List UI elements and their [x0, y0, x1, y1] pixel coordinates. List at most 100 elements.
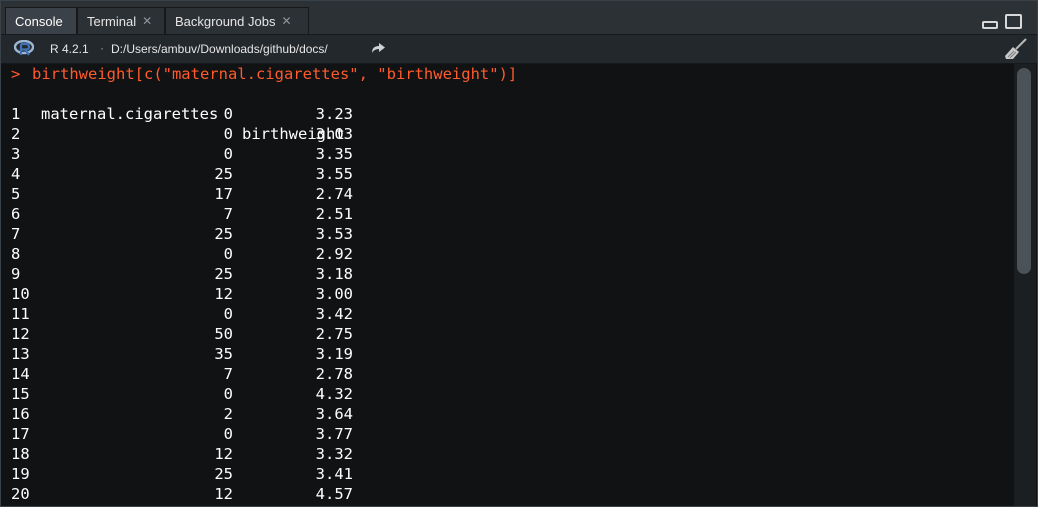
- table-row: 14 7 2.78: [1, 364, 1013, 384]
- cell-maternal-cigarettes: 25: [214, 225, 233, 243]
- row-number: 3: [11, 145, 21, 163]
- cell-birthweight: 2.78: [315, 365, 353, 383]
- cell-birthweight: 4.57: [315, 485, 353, 503]
- cell-birthweight: 3.03: [315, 125, 353, 143]
- cell-maternal-cigarettes: 25: [214, 165, 233, 183]
- row-number: 11: [11, 305, 30, 323]
- cell-maternal-cigarettes: 0: [223, 105, 233, 123]
- row-number: 20: [11, 485, 30, 503]
- row-number: 10: [11, 285, 30, 303]
- pane-tab-bar: Console Terminal ✕ Background Jobs ✕: [1, 1, 1037, 35]
- cell-maternal-cigarettes: 7: [223, 205, 233, 223]
- table-row: 7 25 3.53: [1, 224, 1013, 244]
- console-pane: Console Terminal ✕ Background Jobs ✕ R 4…: [0, 0, 1038, 507]
- table-rows: 1 0 3.23 2 0 3.03 3 0 3.35 4 25 3.55 5 17 2.74 6 7 2.51 7 2…: [1, 104, 1013, 504]
- table-row: 3 0 3.35: [1, 144, 1013, 164]
- cell-birthweight: 3.18: [315, 265, 353, 283]
- table-row: 1 0 3.23: [1, 104, 1013, 124]
- maximize-icon[interactable]: [1005, 14, 1022, 29]
- table-header: maternal.cigarettes birthweight: [1, 84, 1013, 143]
- working-directory-path: D:/Users/ambuv/Downloads/github/docs/: [111, 42, 328, 56]
- console-prompt: >: [11, 65, 21, 83]
- table-row: 15 0 4.32: [1, 384, 1013, 404]
- row-number: 8: [11, 245, 21, 263]
- tab-background-jobs-label: Background Jobs: [175, 13, 276, 29]
- cell-birthweight: 3.35: [315, 145, 353, 163]
- cell-birthweight: 3.41: [315, 465, 353, 483]
- tab-terminal[interactable]: Terminal ✕: [77, 7, 165, 34]
- cell-maternal-cigarettes: 25: [214, 265, 233, 283]
- cell-maternal-cigarettes: 12: [214, 445, 233, 463]
- cell-birthweight: 3.55: [315, 165, 353, 183]
- tab-terminal-label: Terminal: [87, 13, 137, 29]
- row-number: 4: [11, 165, 21, 183]
- table-row: 17 0 3.77: [1, 424, 1013, 444]
- cell-maternal-cigarettes: 7: [223, 365, 233, 383]
- table-row: 4 25 3.55: [1, 164, 1013, 184]
- r-logo-icon: [14, 40, 34, 56]
- console-toolbar: R 4.2.1 · D:/Users/ambuv/Downloads/githu…: [1, 35, 1037, 64]
- row-number: 15: [11, 385, 30, 403]
- cell-birthweight: 3.00: [315, 285, 353, 303]
- cell-birthweight: 3.77: [315, 425, 353, 443]
- row-number: 2: [11, 125, 21, 143]
- cell-birthweight: 3.32: [315, 445, 353, 463]
- row-number: 16: [11, 405, 30, 423]
- command-text: birthweight[c("maternal.cigarettes", "bi…: [32, 65, 518, 83]
- row-number: 18: [11, 445, 30, 463]
- row-number: 12: [11, 325, 30, 343]
- close-icon[interactable]: ✕: [142, 14, 152, 28]
- cell-birthweight: 3.42: [315, 305, 353, 323]
- console-output[interactable]: > birthweight[c("maternal.cigarettes", "…: [1, 64, 1013, 506]
- row-number: 7: [11, 225, 21, 243]
- tab-console-label: Console: [15, 13, 63, 29]
- cell-maternal-cigarettes: 0: [223, 385, 233, 403]
- cell-birthweight: 2.75: [315, 325, 353, 343]
- close-icon[interactable]: ✕: [281, 14, 291, 28]
- row-number: 14: [11, 365, 30, 383]
- row-number: 9: [11, 265, 21, 283]
- cell-maternal-cigarettes: 0: [223, 425, 233, 443]
- cell-maternal-cigarettes: 0: [223, 305, 233, 323]
- r-version-label: R 4.2.1: [50, 42, 89, 56]
- row-number: 6: [11, 205, 21, 223]
- table-row: 8 0 2.92: [1, 244, 1013, 264]
- cell-maternal-cigarettes: 2: [223, 405, 233, 423]
- cell-maternal-cigarettes: 12: [214, 485, 233, 503]
- table-row: 10 12 3.00: [1, 284, 1013, 304]
- minimize-icon[interactable]: [982, 21, 998, 29]
- cell-birthweight: 3.19: [315, 345, 353, 363]
- cell-maternal-cigarettes: 25: [214, 465, 233, 483]
- table-row: 20 12 4.57: [1, 484, 1013, 504]
- table-row: 11 0 3.42: [1, 304, 1013, 324]
- table-row: 6 7 2.51: [1, 204, 1013, 224]
- cell-maternal-cigarettes: 35: [214, 345, 233, 363]
- row-number: 5: [11, 185, 21, 203]
- cell-maternal-cigarettes: 0: [223, 145, 233, 163]
- row-number: 19: [11, 465, 30, 483]
- tab-console[interactable]: Console: [5, 7, 77, 34]
- table-row: 16 2 3.64: [1, 404, 1013, 424]
- clear-console-broom-icon[interactable]: [1004, 38, 1028, 60]
- tab-background-jobs[interactable]: Background Jobs ✕: [165, 7, 309, 34]
- cell-maternal-cigarettes: 17: [214, 185, 233, 203]
- toolbar-separator: ·: [100, 41, 104, 55]
- table-row: 9 25 3.18: [1, 264, 1013, 284]
- table-row: 13 35 3.19: [1, 344, 1013, 364]
- cell-birthweight: 4.32: [315, 385, 353, 403]
- table-row: 12 50 2.75: [1, 324, 1013, 344]
- table-row: 18 12 3.32: [1, 444, 1013, 464]
- scrollbar-thumb[interactable]: [1017, 68, 1031, 274]
- cell-birthweight: 2.74: [315, 185, 353, 203]
- command-line: > birthweight[c("maternal.cigarettes", "…: [1, 64, 1013, 84]
- cell-maternal-cigarettes: 0: [223, 245, 233, 263]
- cell-birthweight: 3.23: [315, 105, 353, 123]
- cell-birthweight: 3.64: [315, 405, 353, 423]
- cell-maternal-cigarettes: 0: [223, 125, 233, 143]
- table-row: 19 25 3.41: [1, 464, 1013, 484]
- goto-directory-icon[interactable]: [370, 42, 386, 54]
- table-row: 2 0 3.03: [1, 124, 1013, 144]
- cell-birthweight: 2.51: [315, 205, 353, 223]
- vertical-scrollbar[interactable]: [1014, 64, 1036, 506]
- table-row: 5 17 2.74: [1, 184, 1013, 204]
